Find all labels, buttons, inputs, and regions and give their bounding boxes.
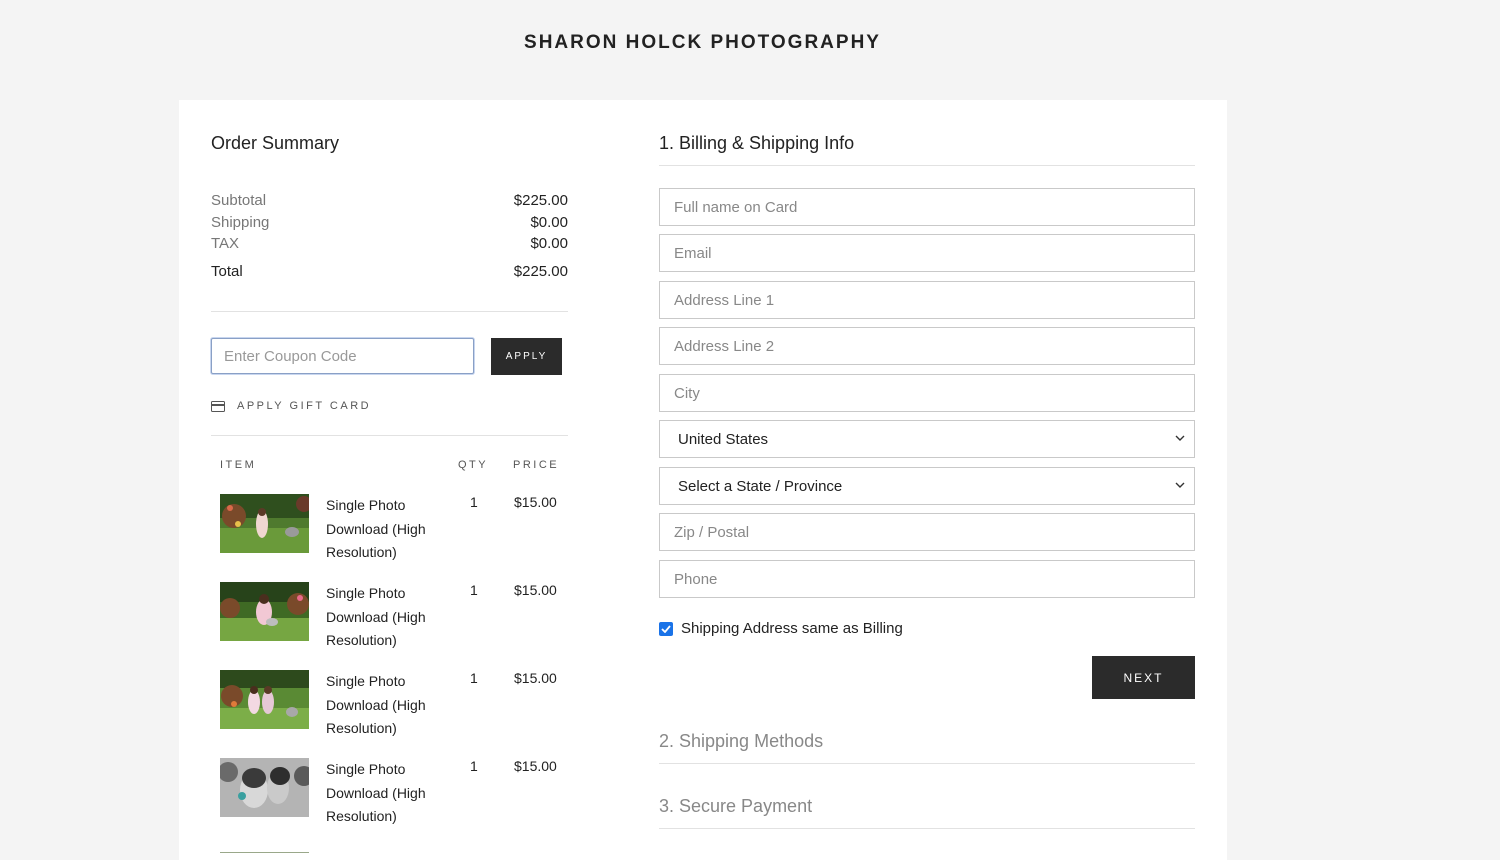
phone-field[interactable] [659,560,1195,598]
checkout-card: Order Summary Subtotal $225.00 Shipping … [179,100,1227,860]
tax-label: TAX [211,235,240,252]
credit-card-icon [211,400,225,412]
state-value: Select a State / Province [678,477,843,495]
order-summary-title: Order Summary [211,133,340,153]
list-item: Single Photo Download (High Resolution) … [220,670,568,758]
chevron-down-icon [1175,482,1185,488]
same-as-billing-option: Shipping Address same as Billing [659,620,903,637]
item-thumbnail [220,846,309,853]
item-name: Single Photo Download (High Resolution) [326,585,426,648]
checkmark-icon [661,624,671,633]
divider [659,165,1195,166]
divider [659,763,1195,764]
country-select[interactable]: United States [659,420,1195,458]
divider [211,311,568,312]
subtotal-row: Subtotal $225.00 [211,192,568,209]
secure-payment-title[interactable]: 3. Secure Payment [659,796,812,817]
gift-card-label: APPLY GIFT CARD [237,400,372,412]
coupon-input[interactable] [211,338,474,374]
header-qty: QTY [458,459,489,471]
same-as-billing-label: Shipping Address same as Billing [681,620,903,637]
shipping-methods-title[interactable]: 2. Shipping Methods [659,731,823,752]
next-button[interactable]: NEXT [1092,656,1195,699]
shipping-label: Shipping [211,214,270,231]
total-row: Total $225.00 [211,263,568,280]
list-item: Single Photo Download (High Resolution) … [220,758,568,846]
apply-gift-card-link[interactable]: APPLY GIFT CARD [211,400,371,412]
header-price: PRICE [513,459,560,471]
item-thumbnail [220,758,309,817]
item-qty: 1 [470,670,478,686]
chevron-down-icon [1175,435,1185,441]
address-line-2-field[interactable] [659,327,1195,365]
list-item: Single Photo Download (High Resolution) … [220,582,568,670]
item-name: Single Photo Download (High Resolution) [326,673,426,736]
state-select[interactable]: Select a State / Province [659,467,1195,505]
item-qty: 1 [470,494,478,510]
subtotal-value: $225.00 [513,192,568,209]
country-value: United States [678,430,769,448]
site-title: SHARON HOLCK PHOTOGRAPHY [524,32,881,53]
billing-title: 1. Billing & Shipping Info [659,133,855,153]
item-thumbnail [220,670,309,729]
total-value: $225.00 [513,263,568,280]
email-field[interactable] [659,234,1195,272]
item-price: $15.00 [514,670,557,686]
item-price: $15.00 [514,758,557,774]
shipping-value: $0.00 [530,214,568,231]
item-qty: 1 [470,582,478,598]
item-thumbnail [220,582,309,641]
subtotal-label: Subtotal [211,192,267,209]
city-field[interactable] [659,374,1195,412]
list-item: Single Photo Download (High Resolution) … [220,494,568,582]
tax-value: $0.00 [530,235,568,252]
item-thumbnail [220,494,309,553]
tax-row: TAX $0.00 [211,235,568,252]
zip-field[interactable] [659,513,1195,551]
apply-coupon-button[interactable]: APPLY [491,338,562,375]
item-name: Single Photo Download (High Resolution) [326,761,426,824]
header-item: ITEM [220,459,257,471]
list-item [220,846,568,853]
divider [659,828,1195,829]
same-as-billing-checkbox[interactable] [659,621,673,636]
total-label: Total [211,263,243,280]
item-price: $15.00 [514,582,557,598]
item-name: Single Photo Download (High Resolution) [326,497,426,560]
full-name-field[interactable] [659,188,1195,226]
item-price: $15.00 [514,494,557,510]
shipping-row: Shipping $0.00 [211,214,568,231]
address-line-1-field[interactable] [659,281,1195,319]
item-qty: 1 [470,758,478,774]
divider [211,435,568,436]
